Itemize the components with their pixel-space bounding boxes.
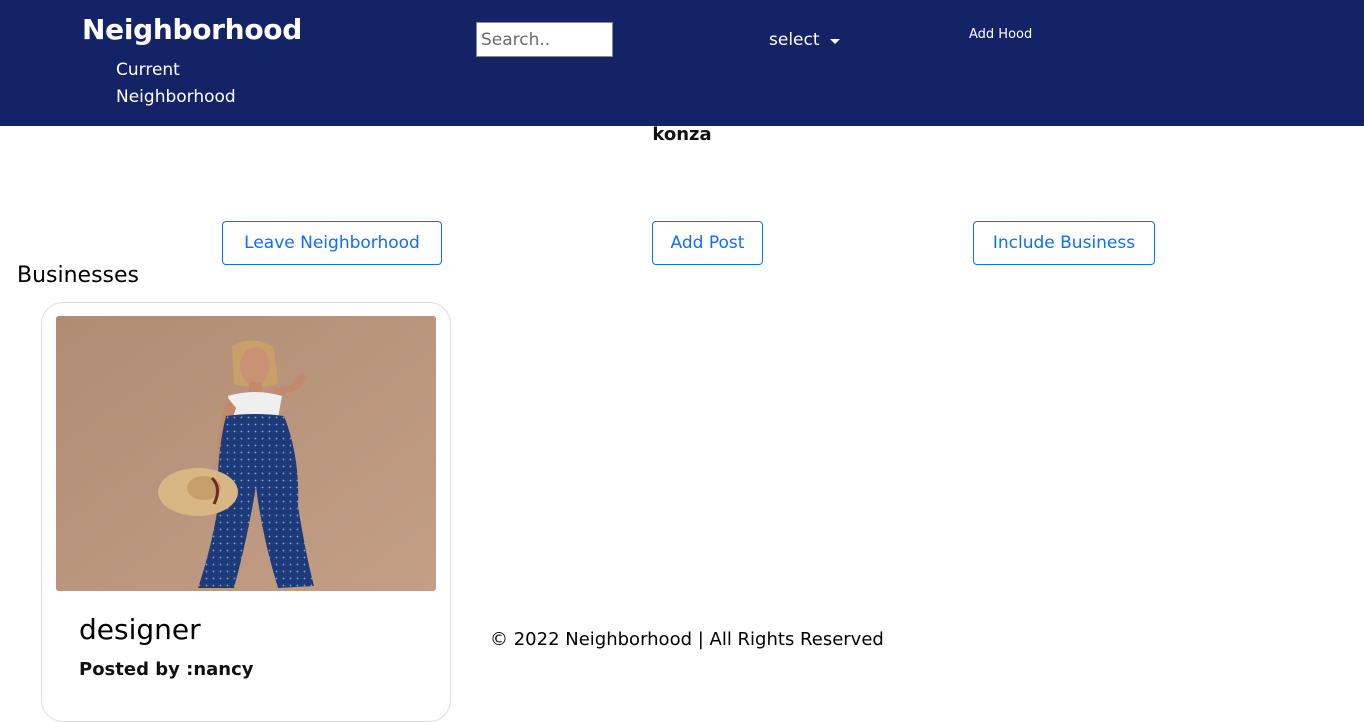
business-title: designer [79, 613, 201, 646]
businesses-heading: Businesses [17, 263, 140, 288]
business-posted-by: Posted by :nancy [79, 659, 254, 680]
footer-copyright: © 2022 Neighborhood | All Rights Reserve… [490, 629, 884, 650]
neighborhood-name: konza [652, 124, 712, 145]
select-dropdown-label: select [769, 30, 820, 50]
select-dropdown[interactable]: select [769, 30, 840, 50]
navbar: Neighborhood Current Neighborhood select… [0, 0, 1364, 126]
business-image [56, 316, 436, 591]
include-business-button[interactable]: Include Business [973, 221, 1155, 265]
search-input[interactable] [476, 22, 613, 57]
add-post-button[interactable]: Add Post [652, 221, 763, 265]
chevron-down-icon [829, 38, 840, 44]
add-hood-link[interactable]: Add Hood [969, 27, 1032, 42]
business-card[interactable]: designer Posted by :nancy [41, 302, 451, 722]
current-neighborhood-link[interactable]: Current Neighborhood [116, 57, 276, 111]
brand-logo[interactable]: Neighborhood [82, 13, 302, 46]
leave-neighborhood-button[interactable]: Leave Neighborhood [222, 221, 442, 265]
